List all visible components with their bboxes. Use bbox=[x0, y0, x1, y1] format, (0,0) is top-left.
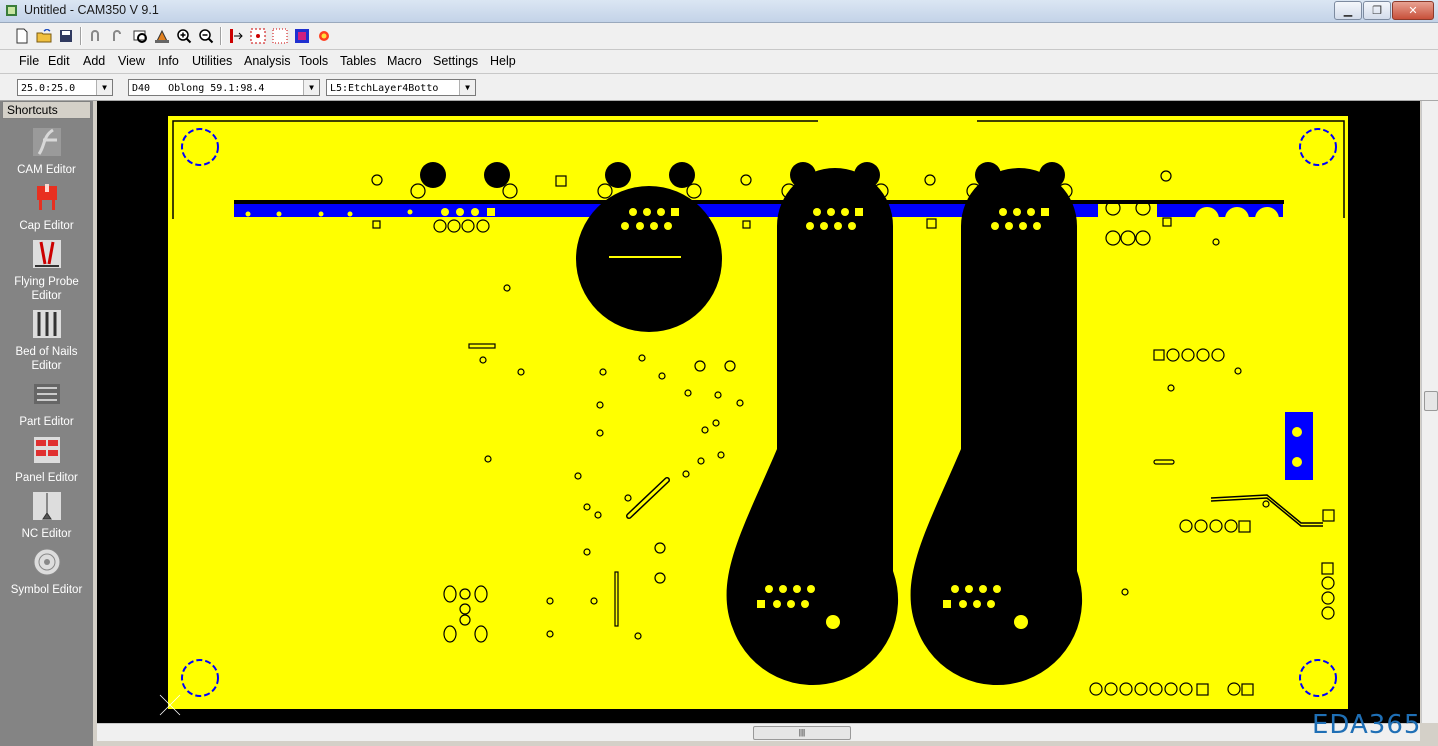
chevron-down-icon[interactable]: ▼ bbox=[96, 80, 112, 95]
color-icon[interactable] bbox=[292, 26, 312, 46]
main-toolbar bbox=[0, 23, 1438, 50]
menu-analysis[interactable]: Analysis bbox=[244, 54, 291, 68]
bed-of-nails-icon bbox=[32, 310, 61, 338]
cap-editor-icon bbox=[36, 184, 57, 210]
shortcut-part-editor[interactable]: Part Editor bbox=[0, 378, 93, 429]
menu-tools[interactable]: Tools bbox=[299, 54, 328, 68]
new-file-icon[interactable] bbox=[12, 26, 32, 46]
shortcut-label: NC Editor bbox=[21, 528, 72, 540]
flying-probe-icon bbox=[32, 240, 61, 268]
shortcut-label: Bed of Nails Editor bbox=[15, 346, 78, 372]
shortcut-label: Part Editor bbox=[19, 416, 74, 428]
undo-icon[interactable] bbox=[86, 26, 106, 46]
redo-icon[interactable] bbox=[108, 26, 128, 46]
shortcut-symbol-editor[interactable]: Symbol Editor bbox=[0, 546, 93, 597]
refresh-icon[interactable] bbox=[130, 26, 150, 46]
restore-button[interactable]: ❐ bbox=[1363, 1, 1391, 20]
app-icon bbox=[6, 5, 17, 16]
horizontal-scrollbar[interactable]: ||| bbox=[97, 723, 1420, 741]
menu-add[interactable]: Add bbox=[83, 54, 105, 68]
pan-icon[interactable] bbox=[152, 26, 172, 46]
shortcut-label: Panel Editor bbox=[15, 472, 78, 484]
shortcuts-header: Shortcuts bbox=[2, 101, 91, 119]
grid-value: 25.0:25.0 bbox=[21, 83, 76, 94]
watermark-logo: EDA365 bbox=[1312, 710, 1422, 740]
shortcut-panel-editor[interactable]: Panel Editor bbox=[0, 434, 93, 485]
panel-editor-icon bbox=[33, 437, 60, 463]
menu-utilities[interactable]: Utilities bbox=[192, 54, 232, 68]
shortcut-cap-editor[interactable]: Cap Editor bbox=[0, 182, 93, 233]
layer-value: L5:EtchLayer4Botto bbox=[330, 83, 439, 94]
shortcut-label: Symbol Editor bbox=[10, 584, 83, 596]
shortcut-cam-editor[interactable]: CAM Editor bbox=[0, 126, 93, 177]
layer-select[interactable]: L5:EtchLayer4Botto ▼ bbox=[326, 79, 476, 96]
vertical-scroll-thumb[interactable] bbox=[1424, 391, 1438, 411]
snap-grid-icon[interactable] bbox=[270, 26, 290, 46]
shortcut-nc-editor[interactable]: NC Editor bbox=[0, 490, 93, 541]
grid-icon[interactable] bbox=[248, 26, 268, 46]
vertical-scrollbar[interactable] bbox=[1421, 101, 1438, 723]
close-button[interactable]: ✕ bbox=[1392, 1, 1434, 20]
highlight-icon[interactable] bbox=[314, 26, 334, 46]
symbol-editor-icon bbox=[33, 548, 60, 576]
shortcut-label: Cap Editor bbox=[19, 220, 74, 232]
shortcut-label: Flying Probe Editor bbox=[14, 276, 79, 302]
title-bar: Untitled - CAM350 V 9.1 ▁ ❐ ✕ bbox=[0, 0, 1438, 23]
shortcut-flying-probe[interactable]: Flying Probe Editor bbox=[0, 238, 93, 303]
menu-bar: File Edit Add View Info Utilities Analys… bbox=[0, 50, 1438, 74]
menu-info[interactable]: Info bbox=[158, 54, 179, 68]
shortcut-label: CAM Editor bbox=[17, 164, 76, 176]
shortcuts-sidebar: Shortcuts CAM Editor Cap Editor Flying P… bbox=[0, 101, 93, 746]
cam-editor-icon bbox=[32, 128, 61, 156]
window-title: Untitled - CAM350 V 9.1 bbox=[24, 3, 159, 17]
open-folder-icon[interactable] bbox=[34, 26, 54, 46]
dcode-select[interactable]: D40 Oblong 59.1:98.4 ▼ bbox=[128, 79, 320, 96]
part-editor-icon bbox=[33, 384, 60, 404]
save-icon[interactable] bbox=[56, 26, 76, 46]
nc-editor-icon bbox=[32, 492, 61, 520]
shortcut-bed-of-nails[interactable]: Bed of Nails Editor bbox=[0, 308, 93, 373]
chevron-down-icon[interactable]: ▼ bbox=[303, 80, 319, 95]
grid-select[interactable]: 25.0:25.0 ▼ bbox=[17, 79, 113, 96]
menu-file[interactable]: File bbox=[19, 54, 39, 68]
pcb-canvas[interactable] bbox=[97, 101, 1420, 723]
dcode-value: D40 Oblong 59.1:98.4 bbox=[132, 83, 265, 94]
combo-bar: 25.0:25.0 ▼ D40 Oblong 59.1:98.4 ▼ L5:Et… bbox=[0, 74, 1438, 101]
layer-icon[interactable] bbox=[226, 26, 246, 46]
zoom-in-icon[interactable] bbox=[174, 26, 194, 46]
minimize-button[interactable]: ▁ bbox=[1334, 1, 1362, 20]
menu-tables[interactable]: Tables bbox=[340, 54, 376, 68]
menu-settings[interactable]: Settings bbox=[433, 54, 478, 68]
pcb-board[interactable] bbox=[97, 101, 1420, 723]
menu-help[interactable]: Help bbox=[490, 54, 516, 68]
menu-macro[interactable]: Macro bbox=[387, 54, 422, 68]
horizontal-scroll-thumb[interactable]: ||| bbox=[753, 726, 851, 740]
chevron-down-icon[interactable]: ▼ bbox=[459, 80, 475, 95]
menu-view[interactable]: View bbox=[118, 54, 145, 68]
zoom-out-icon[interactable] bbox=[196, 26, 216, 46]
menu-edit[interactable]: Edit bbox=[48, 54, 70, 68]
